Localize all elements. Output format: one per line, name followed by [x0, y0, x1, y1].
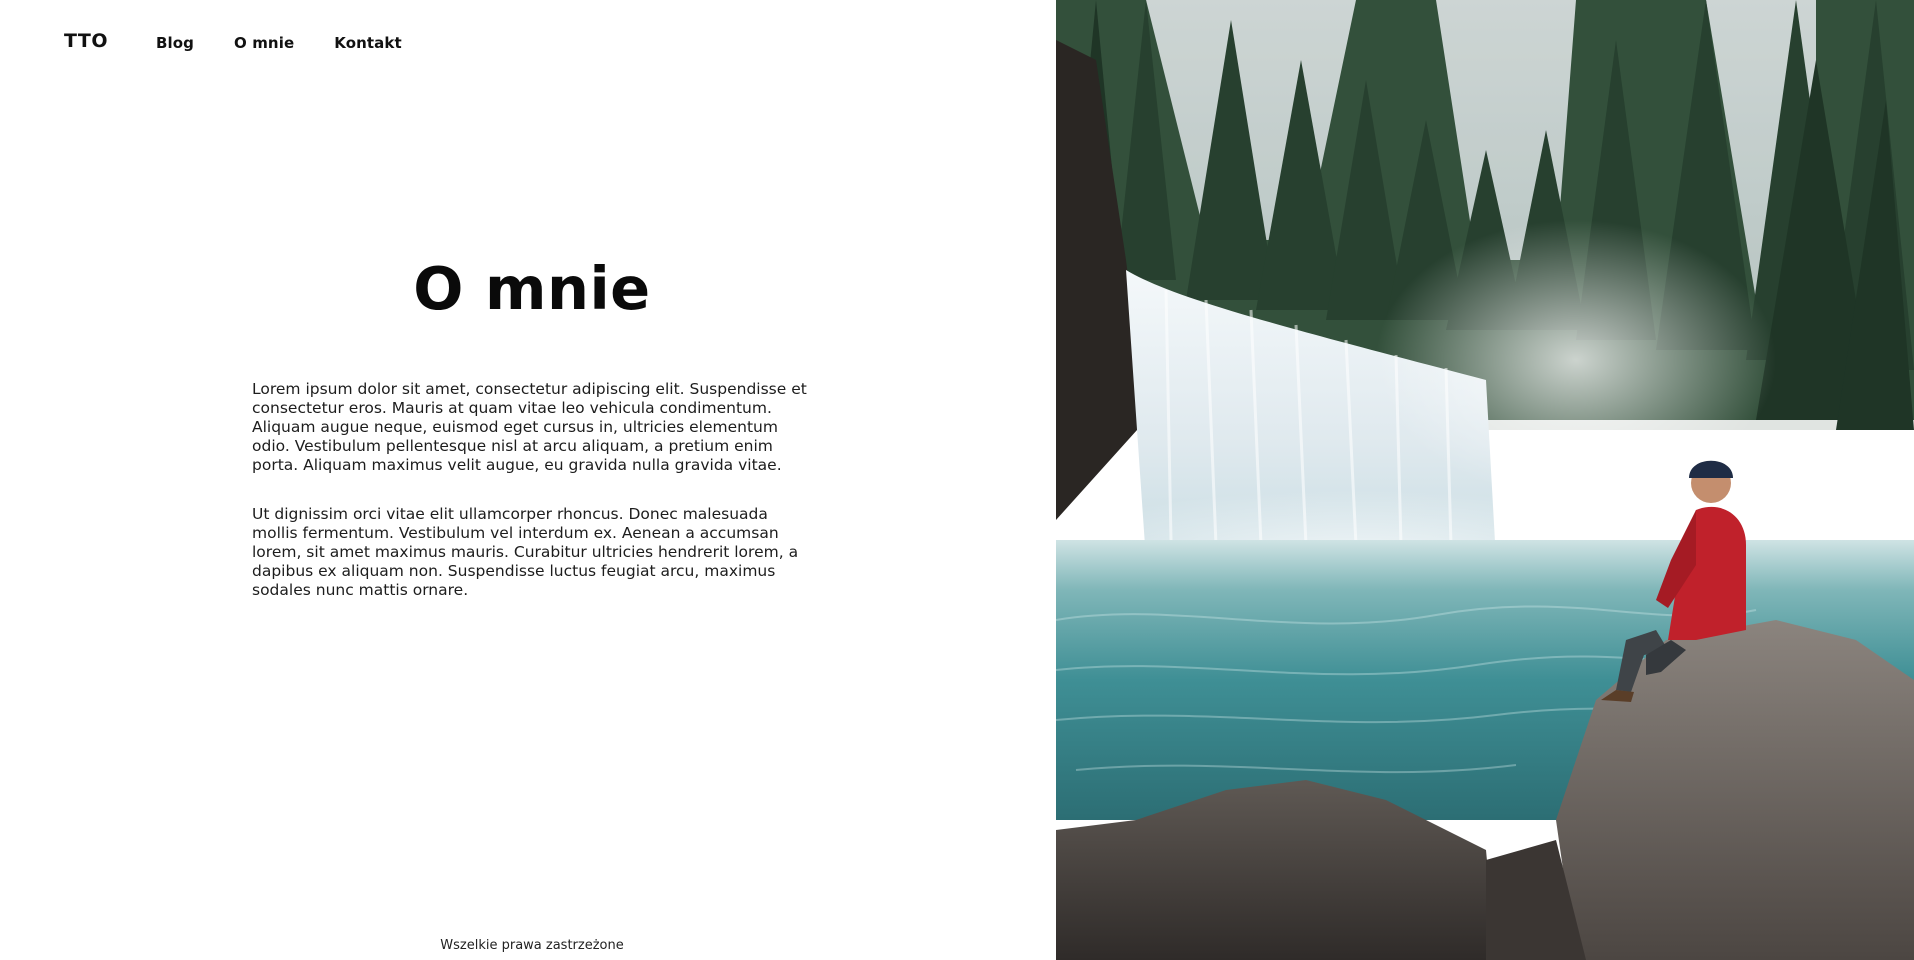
nav-link-blog[interactable]: Blog	[156, 34, 194, 52]
waterfall-photo	[1056, 0, 1914, 960]
footer-copyright: Wszelkie prawa zastrzeżone	[440, 938, 624, 953]
page: TTO Blog O mnie Kontakt O mnie Lorem ips…	[0, 0, 1914, 960]
content-panel: TTO Blog O mnie Kontakt O mnie Lorem ips…	[0, 0, 1056, 960]
about-paragraph-2: Ut dignissim orci vitae elit ullamcorper…	[252, 505, 799, 599]
nav-link-o-mnie[interactable]: O mnie	[234, 34, 294, 52]
hero-image	[1056, 0, 1914, 960]
page-title: O mnie	[413, 254, 651, 323]
site-logo[interactable]: TTO	[64, 30, 108, 52]
nav-link-kontakt[interactable]: Kontakt	[334, 34, 401, 52]
about-paragraph-1: Lorem ipsum dolor sit amet, consectetur …	[252, 380, 807, 474]
main-nav: Blog O mnie Kontakt	[156, 34, 442, 52]
